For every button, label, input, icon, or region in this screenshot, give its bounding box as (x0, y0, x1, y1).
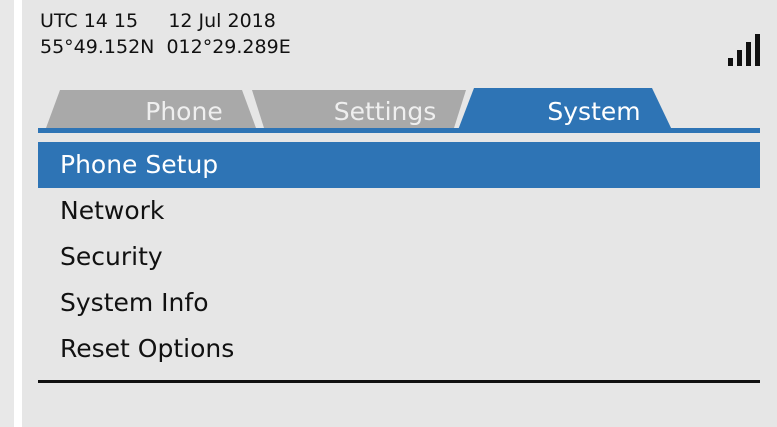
tab-system[interactable]: System (500, 96, 688, 128)
time-date-row: UTC 14 15 12 Jul 2018 (40, 8, 291, 34)
date: 12 Jul 2018 (168, 10, 276, 32)
menu-item-phone-setup[interactable]: Phone Setup (38, 142, 760, 188)
left-bezel (0, 0, 14, 427)
tab-underline (38, 128, 760, 133)
tab-bar: Phone Settings System (38, 86, 760, 134)
menu-item-network[interactable]: Network (38, 188, 760, 234)
system-menu: Phone Setup Network Security System Info… (38, 142, 760, 372)
tab-phone[interactable]: Phone (114, 96, 254, 128)
gps-position: 55°49.152N 012°29.289E (40, 36, 291, 58)
status-header: UTC 14 15 12 Jul 2018 55°49.152N 012°29.… (40, 8, 291, 60)
device-screen: UTC 14 15 12 Jul 2018 55°49.152N 012°29.… (0, 0, 777, 427)
signal-bars-icon (728, 34, 760, 66)
utc-time: UTC 14 15 (40, 10, 139, 32)
menu-item-security[interactable]: Security (38, 234, 760, 280)
menu-item-system-info[interactable]: System Info (38, 280, 760, 326)
menu-bottom-divider (38, 380, 760, 383)
tab-settings[interactable]: Settings (296, 96, 474, 128)
menu-item-reset-options[interactable]: Reset Options (38, 326, 760, 372)
